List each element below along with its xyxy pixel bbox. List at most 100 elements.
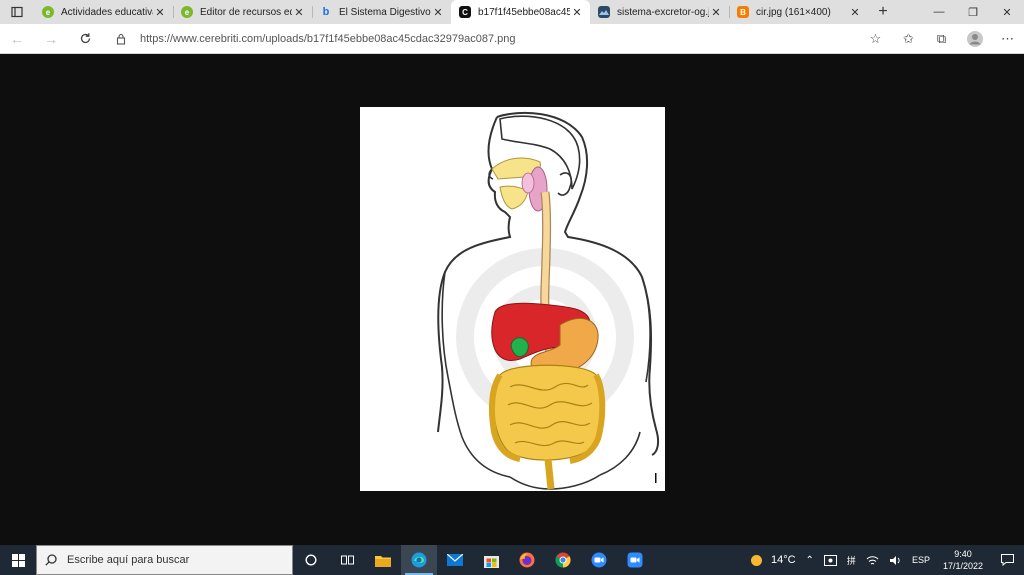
arrow-left-icon: ← xyxy=(10,30,24,47)
tab-title: Actividades educativas xyxy=(61,6,153,18)
close-tab-icon[interactable]: ✕ xyxy=(292,6,306,19)
cerebriti-icon: e xyxy=(181,6,193,18)
collections-button[interactable]: ⧉ xyxy=(925,31,958,47)
volume-button[interactable] xyxy=(884,555,907,566)
cerebriti-icon: e xyxy=(42,6,54,18)
language-indicator[interactable]: ESP xyxy=(907,555,935,565)
clock[interactable]: 9:40 17/1/2022 xyxy=(935,548,991,572)
tab-strip: e Actividades educativas ✕ e Editor de r… xyxy=(0,0,1024,24)
tab-editor[interactable]: e Editor de recursos educativos ✕ xyxy=(173,0,312,24)
image-icon xyxy=(598,6,610,18)
collections-icon: ⧉ xyxy=(936,31,947,46)
windows-taskbar: Escribe aquí para buscar 14°C ⌃ 拼 ESP 9:… xyxy=(0,545,1024,575)
system-tray: 14°C ⌃ 拼 ESP 9:40 17/1/2022 xyxy=(745,545,1024,575)
cortana-icon xyxy=(305,554,317,566)
task-view-button[interactable] xyxy=(329,545,365,575)
zoom-meeting-icon xyxy=(627,552,643,568)
blogger-icon: B xyxy=(737,6,749,18)
taskbar-zoom-meeting[interactable] xyxy=(617,545,653,575)
close-window-button[interactable]: ✕ xyxy=(990,0,1024,24)
page-viewport xyxy=(0,54,1024,545)
tab-actions-icon xyxy=(11,6,23,18)
speaker-icon xyxy=(889,555,900,565)
tab-active-image[interactable]: C b17f1f45ebbe08ac45c ✕ xyxy=(451,0,590,24)
url-text[interactable]: https://www.cerebriti.com/uploads/b17f1f… xyxy=(140,33,515,45)
windows-logo-icon xyxy=(11,553,25,567)
language-label: ESP xyxy=(911,555,930,565)
taskbar-chrome[interactable] xyxy=(545,545,581,575)
close-tab-icon[interactable]: ✕ xyxy=(848,6,862,19)
forward-button[interactable]: → xyxy=(34,24,68,54)
store-icon xyxy=(483,555,499,568)
ime-button[interactable]: 拼 xyxy=(842,554,861,567)
cerebriti-c-icon: C xyxy=(459,6,471,18)
favorites-star-icon: ✩ xyxy=(903,31,914,46)
digestive-system-illustration xyxy=(437,111,660,490)
notifications-button[interactable] xyxy=(991,554,1024,566)
address-bar[interactable]: https://www.cerebriti.com/uploads/b17f1f… xyxy=(112,28,887,50)
restore-button[interactable]: ❐ xyxy=(956,0,990,24)
meet-now-button[interactable] xyxy=(819,554,842,566)
taskbar-store[interactable] xyxy=(473,545,509,575)
close-tab-icon[interactable]: ✕ xyxy=(709,6,723,19)
tab-title: Editor de recursos educativos xyxy=(200,6,292,18)
taskbar-file-explorer[interactable] xyxy=(365,545,401,575)
mail-icon xyxy=(447,554,463,566)
profile-button[interactable] xyxy=(958,31,991,47)
star-plus-icon: ☆ xyxy=(869,31,882,46)
taskbar-firefox[interactable] xyxy=(509,545,545,575)
cortana-button[interactable] xyxy=(293,545,329,575)
clock-time: 9:40 xyxy=(954,549,972,559)
task-view-icon xyxy=(340,555,354,565)
tab-actions-button[interactable] xyxy=(0,0,34,24)
close-tab-icon[interactable]: ✕ xyxy=(431,6,445,19)
taskbar-edge[interactable] xyxy=(401,545,437,575)
tab-title: cir.jpg (161×400) xyxy=(756,6,831,18)
bing-icon: b xyxy=(322,6,330,18)
close-tab-icon[interactable]: ✕ xyxy=(153,6,167,19)
weather-temperature: 14°C xyxy=(770,554,796,566)
close-tab-icon[interactable]: ✕ xyxy=(570,6,584,19)
sun-icon xyxy=(750,554,762,566)
back-button[interactable]: ← xyxy=(0,24,34,54)
chrome-icon xyxy=(555,552,571,568)
tab-title: sistema-excretor-og.jpg xyxy=(617,6,709,18)
refresh-icon xyxy=(80,33,90,44)
ime-icon: 拼 xyxy=(846,555,856,566)
taskbar-search-box[interactable]: Escribe aquí para buscar xyxy=(36,545,293,575)
taskbar-mail[interactable] xyxy=(437,545,473,575)
network-button[interactable] xyxy=(861,555,884,566)
tab-sistema-excretor[interactable]: sistema-excretor-og.jpg ✕ xyxy=(590,0,729,24)
favorites-button[interactable]: ✩ xyxy=(892,31,925,47)
search-icon xyxy=(45,554,57,566)
folder-icon xyxy=(375,555,391,567)
digestive-system-image xyxy=(360,107,665,491)
zoom-icon xyxy=(591,552,607,568)
tab-actividades[interactable]: e Actividades educativas ✕ xyxy=(34,0,173,24)
avatar xyxy=(966,31,983,47)
meet-now-icon xyxy=(823,554,837,566)
chevron-up-icon: ⌃ xyxy=(805,554,814,566)
new-tab-button[interactable]: + xyxy=(868,0,898,24)
taskbar-zoom[interactable] xyxy=(581,545,617,575)
tab-sistema-digestivo[interactable]: b El Sistema Digestivo P ✕ xyxy=(312,0,451,24)
wifi-icon xyxy=(866,555,879,564)
arrow-right-icon: → xyxy=(44,30,58,47)
tab-cir-jpg[interactable]: B cir.jpg (161×400) ✕ xyxy=(729,0,868,24)
minimize-button[interactable]: — xyxy=(922,0,956,24)
clock-date: 17/1/2022 xyxy=(942,561,983,571)
search-placeholder: Escribe aquí para buscar xyxy=(67,554,190,566)
toolbar-right: ☆ ✩ ⧉ ⋯ xyxy=(859,24,1024,54)
add-favorite-button[interactable]: ☆ xyxy=(859,31,892,47)
tab-title: El Sistema Digestivo P xyxy=(339,6,431,18)
settings-more-button[interactable]: ⋯ xyxy=(991,31,1024,47)
start-button[interactable] xyxy=(0,545,36,575)
refresh-button[interactable] xyxy=(68,24,102,54)
browser-toolbar: ← → https://www.cerebriti.com/uploads/b1… xyxy=(0,24,1024,54)
lock-icon[interactable] xyxy=(112,33,130,45)
tab-title: b17f1f45ebbe08ac45c xyxy=(478,6,570,18)
weather-widget[interactable]: 14°C xyxy=(745,554,801,567)
firefox-icon xyxy=(519,552,535,568)
plus-icon: + xyxy=(878,3,888,20)
show-hidden-icons-button[interactable]: ⌃ xyxy=(801,555,819,566)
